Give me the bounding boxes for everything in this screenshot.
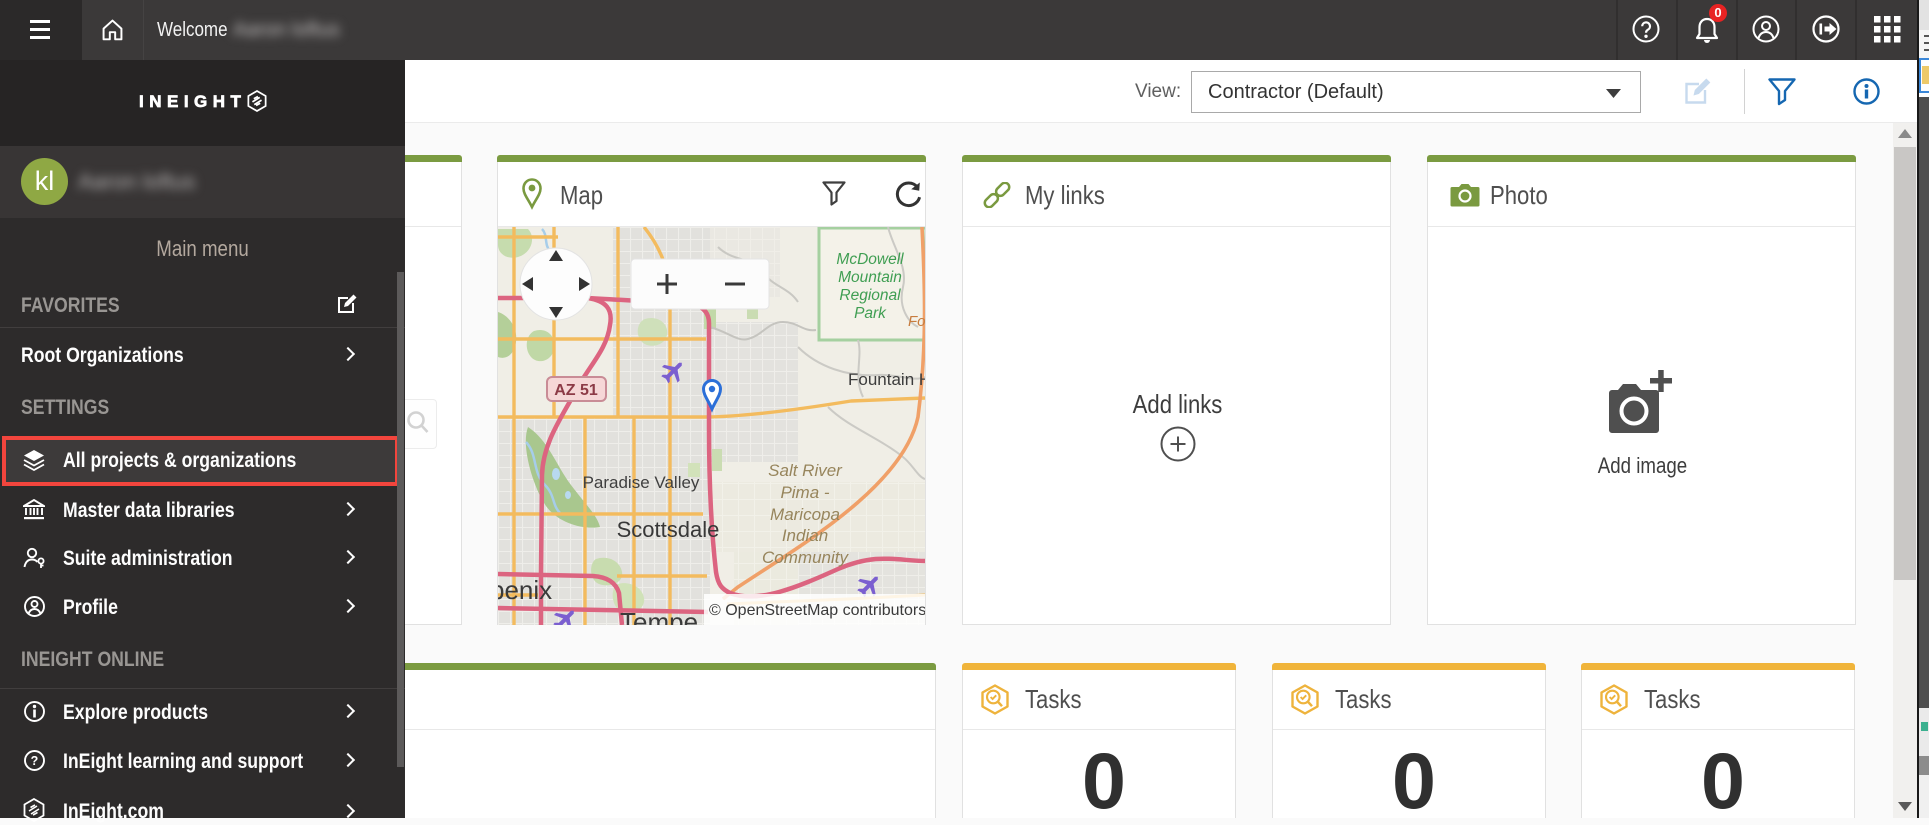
svg-text:Maricopa: Maricopa bbox=[770, 505, 840, 524]
svg-text:Community: Community bbox=[762, 548, 849, 567]
svg-text:© OpenStreetMap contributors: © OpenStreetMap contributors bbox=[709, 602, 925, 619]
svg-text:Mountain: Mountain bbox=[838, 269, 902, 286]
svg-text:Tempe: Tempe bbox=[620, 607, 698, 625]
svg-text:Fountain H: Fountain H bbox=[848, 370, 925, 389]
svg-text:benix: benix bbox=[498, 575, 552, 605]
svg-text:Indian: Indian bbox=[782, 526, 828, 545]
svg-text:Scottsdale: Scottsdale bbox=[617, 517, 720, 542]
svg-text:Pima -: Pima - bbox=[780, 483, 829, 502]
svg-text:Salt River: Salt River bbox=[768, 461, 843, 480]
svg-text:Park: Park bbox=[854, 305, 887, 322]
svg-text:Paradise Valley: Paradise Valley bbox=[583, 473, 700, 492]
svg-text:For: For bbox=[908, 313, 925, 330]
svg-text:McDowell: McDowell bbox=[836, 251, 904, 268]
svg-text:Regional: Regional bbox=[839, 287, 901, 304]
svg-text:AZ 51: AZ 51 bbox=[554, 382, 598, 399]
svg-text:?: ? bbox=[31, 754, 39, 768]
